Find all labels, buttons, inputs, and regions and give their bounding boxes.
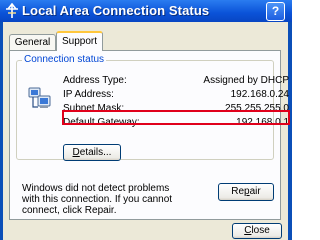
connection-status-label: Connection status: [22, 54, 107, 65]
repair-button[interactable]: Repair: [218, 183, 274, 201]
details-button[interactable]: Details...: [63, 144, 121, 161]
details-button-mnemonic: D: [72, 147, 80, 158]
network-computers-icon: [28, 87, 51, 108]
close-button[interactable]: Close: [232, 223, 282, 239]
default-gateway-highlight: [62, 110, 290, 125]
repair-button-label-end: air: [249, 186, 261, 197]
ip-address-row: IP Address: 192.168.0.24: [63, 89, 289, 101]
ip-address-value: 192.168.0.24: [230, 89, 289, 100]
window-title: Local Area Connection Status: [22, 3, 210, 18]
address-type-value: Assigned by DHCP: [203, 75, 289, 86]
title-bar[interactable]: Local Area Connection Status ?: [0, 0, 292, 22]
tab-general[interactable]: General: [9, 34, 56, 50]
help-button[interactable]: ?: [266, 2, 285, 21]
support-tab-panel: Connection status Address Type: Assigned…: [9, 50, 289, 220]
close-button-label: lose: [251, 225, 270, 236]
tab-support[interactable]: Support: [56, 31, 103, 51]
network-connection-icon: [6, 3, 18, 18]
diagnosis-message: Windows did not detect problems with thi…: [22, 183, 173, 216]
repair-button-label-start: Re: [231, 186, 245, 197]
connection-status-window: Local Area Connection Status ? General S…: [0, 0, 292, 240]
address-type-row: Address Type: Assigned by DHCP: [63, 75, 289, 87]
details-button-label: etails...: [79, 147, 112, 158]
address-type-label: Address Type:: [63, 75, 127, 86]
dialog-client-area: General Support Connection status Addres…: [3, 22, 289, 240]
ip-address-label: IP Address:: [63, 89, 114, 100]
